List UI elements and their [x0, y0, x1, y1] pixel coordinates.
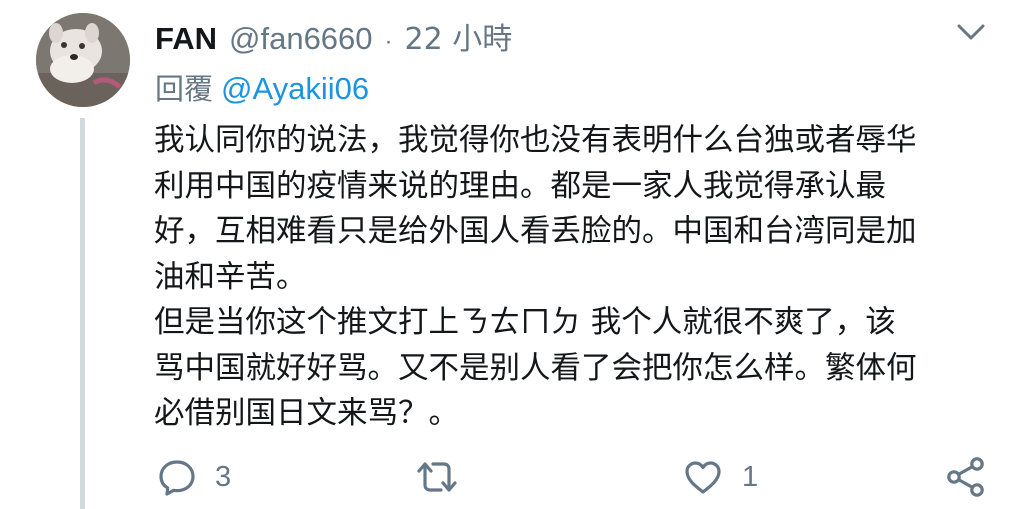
tweet-text-line: 我认同你的说法，我觉得你也没有表明什么台独或者辱华 [154, 123, 917, 158]
author-handle[interactable]: @fan6660 [229, 21, 373, 57]
tweet-text-line: 油和辛苦。 [154, 259, 307, 295]
reply-button[interactable]: 3 [157, 452, 231, 502]
chevron-down-icon[interactable] [956, 20, 986, 44]
share-button[interactable] [944, 452, 988, 502]
reply-to-user-link[interactable]: @Ayakii06 [221, 71, 369, 107]
heart-outline-icon [682, 457, 724, 497]
dog-photo-avatar-image [36, 13, 130, 107]
tweet-card[interactable]: FAN @fan6660 · 22 小時 回覆 @Ayakii06 我认同你的说… [0, 0, 1024, 509]
tweet-text-line: 利用中国的疫情来说的理由。都是一家人我觉得承认最 [154, 168, 886, 204]
tweet-text-line: 必借别国日文来骂？。 [154, 396, 459, 431]
replying-to: 回覆 @Ayakii06 [155, 66, 369, 110]
timestamp[interactable]: 22 小時 [405, 14, 513, 58]
retweet-button[interactable] [413, 452, 479, 502]
comment-bubble-icon [157, 457, 197, 497]
like-count: 1 [742, 460, 759, 493]
like-button[interactable]: 1 [682, 452, 758, 502]
reply-count: 3 [215, 460, 232, 493]
retweet-arrows-icon [413, 457, 461, 497]
tweet-header: FAN @fan6660 · 22 小時 [155, 14, 512, 58]
share-nodes-icon [944, 455, 988, 499]
reply-prefix: 回覆 [155, 72, 214, 106]
separator-dot: · [384, 28, 393, 55]
tweet-text-line: 好，互相难看只是给外国人看丢脸的。中国和台湾同是加 [154, 214, 917, 249]
tweet-text-line: 骂中国就好好骂。又不是别人看了会把你怎么样。繁体何 [154, 350, 917, 386]
tweet-text: 我认同你的说法，我觉得你也没有表明什么台独或者辱华 利用中国的疫情来说的理由。都… [154, 118, 1004, 437]
avatar[interactable] [36, 13, 130, 107]
author-name[interactable]: FAN [155, 21, 217, 57]
thread-line [80, 118, 85, 509]
action-bar: 3 1 [0, 452, 1024, 502]
tweet-text-line: 但是当你这个推文打上ㄋㄊㄇㄉ 我个人就很不爽了，该 [154, 305, 896, 340]
